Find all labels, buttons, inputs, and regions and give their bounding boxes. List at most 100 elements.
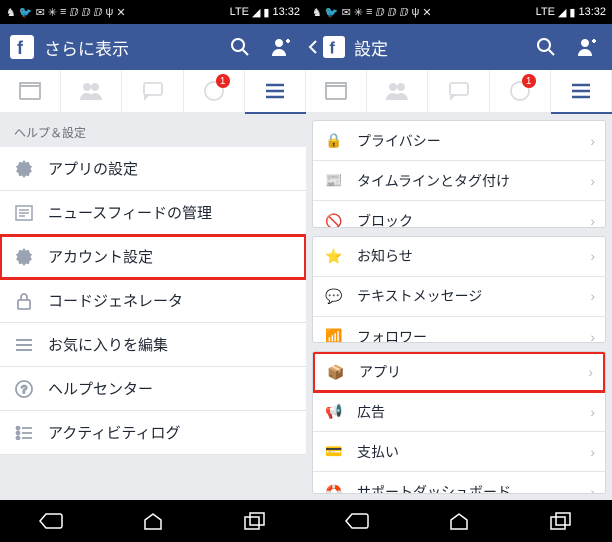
search-button[interactable] <box>220 24 260 70</box>
notification-badge: 1 <box>522 74 536 88</box>
add-friend-button[interactable] <box>566 24 606 70</box>
status-icons-left: ♞🐦✉✳≡ⅅⅅⅅψ✕ <box>6 6 126 19</box>
battery-icon: ▮ <box>263 6 269 19</box>
clock: 13:32 <box>578 6 606 18</box>
menu-list: アプリの設定 ニュースフィードの管理 アカウント設定 コードジェネレータ お気に… <box>0 147 306 455</box>
settings-item-label: プライバシー <box>357 131 441 151</box>
android-nav-bar <box>306 500 612 542</box>
tab-menu[interactable] <box>551 70 612 112</box>
lte-label: LTE <box>536 6 555 18</box>
settings-item-payment[interactable]: 💳 支払い › <box>313 432 605 472</box>
content: 🔒プライバシー› 📰タイムラインとタグ付け› 🚫ブロック› ⭐お知らせ› 💬テキ… <box>306 114 612 500</box>
tab-notifications[interactable]: 1 <box>184 70 245 112</box>
menu-item-account-settings[interactable]: アカウント設定 <box>0 235 306 279</box>
status-right: LTE ◢ ▮ 13:32 <box>536 6 606 19</box>
app-header: f 設定 <box>306 24 612 70</box>
status-bar: ♞🐦✉✳≡ⅅⅅⅅψ✕ LTE ◢ ▮ 13:32 <box>306 0 612 24</box>
menu-item-app-settings[interactable]: アプリの設定 <box>0 147 306 191</box>
tab-feed[interactable] <box>306 70 367 112</box>
menu-item-label: ニュースフィードの管理 <box>48 202 212 223</box>
help-icon: ? <box>14 379 34 399</box>
nav-home-button[interactable] <box>434 506 484 536</box>
tab-underline <box>551 112 612 114</box>
menu-item-label: コードジェネレータ <box>48 290 183 311</box>
add-friend-button[interactable] <box>260 24 300 70</box>
gear-icon <box>14 159 34 179</box>
settings-item-label: サポートダッシュボード <box>357 482 511 494</box>
settings-item-followers[interactable]: 📶フォロワー› <box>313 317 605 344</box>
menu-item-code-generator[interactable]: コードジェネレータ <box>0 279 306 323</box>
chevron-right-icon: › <box>590 444 595 460</box>
timeline-icon: 📰 <box>323 170 345 192</box>
message-icon: 💬 <box>323 285 345 307</box>
settings-item-label: 支払い <box>357 442 399 462</box>
menu-item-label: アカウント設定 <box>48 246 153 267</box>
tab-bar: 1 <box>306 70 612 114</box>
tab-friends[interactable] <box>367 70 428 112</box>
feed-icon <box>14 203 34 223</box>
star-icon: ⭐ <box>323 245 345 267</box>
settings-item-label: お知らせ <box>357 246 413 266</box>
tab-underline <box>245 112 306 114</box>
nav-back-button[interactable] <box>26 506 76 536</box>
settings-group-3: 📦アプリ› 📢広告› 💳 支払い › 🛟サポートダッシュボード› <box>312 351 606 494</box>
chevron-right-icon: › <box>590 248 595 264</box>
lock-icon <box>14 291 34 311</box>
signal-icon: ◢ <box>558 6 566 19</box>
settings-item-label: アプリ <box>359 362 401 382</box>
menu-item-label: ヘルプセンター <box>48 378 153 399</box>
tab-messages[interactable] <box>122 70 183 112</box>
gear-icon <box>14 247 34 267</box>
tab-messages[interactable] <box>428 70 489 112</box>
svg-text:f: f <box>17 38 24 58</box>
chevron-right-icon: › <box>590 133 595 149</box>
status-right: LTE ◢ ▮ 13:32 <box>230 6 300 19</box>
facebook-logo-icon[interactable]: f <box>320 29 348 65</box>
facebook-logo-icon[interactable]: f <box>4 29 40 65</box>
chevron-right-icon: › <box>590 329 595 344</box>
menu-item-label: アプリの設定 <box>48 158 138 179</box>
tab-friends[interactable] <box>61 70 122 112</box>
settings-item-privacy[interactable]: 🔒プライバシー› <box>313 121 605 161</box>
page-title: 設定 <box>354 35 526 60</box>
menu-item-label: アクティビティログ <box>48 422 180 443</box>
tab-menu[interactable] <box>245 70 306 112</box>
settings-item-support[interactable]: 🛟サポートダッシュボード› <box>313 472 605 494</box>
list-icon <box>14 335 34 355</box>
tab-notifications[interactable]: 1 <box>490 70 551 112</box>
settings-item-notifications[interactable]: ⭐ お知らせ › <box>313 237 605 277</box>
settings-group-1: 🔒プライバシー› 📰タイムラインとタグ付け› 🚫ブロック› <box>312 120 606 228</box>
settings-item-block[interactable]: 🚫ブロック› <box>313 201 605 228</box>
nav-recent-button[interactable] <box>536 506 586 536</box>
settings-item-apps[interactable]: 📦アプリ› <box>313 352 605 392</box>
lte-label: LTE <box>230 6 249 18</box>
tab-feed[interactable] <box>0 70 61 112</box>
status-icons-left: ♞🐦✉✳≡ⅅⅅⅅψ✕ <box>312 6 432 19</box>
notification-badge: 1 <box>216 74 230 88</box>
content: ヘルプ＆設定 アプリの設定 ニュースフィードの管理 アカウント設定 コードジェネ… <box>0 114 306 500</box>
svg-text:?: ? <box>21 384 27 396</box>
chevron-right-icon: › <box>590 404 595 420</box>
settings-group-2: ⭐ お知らせ › 💬 テキストメッセージ › 📶フォロワー› <box>312 236 606 344</box>
menu-item-edit-favorites[interactable]: お気に入りを編集 <box>0 323 306 367</box>
nav-recent-button[interactable] <box>230 506 280 536</box>
menu-item-newsfeed[interactable]: ニュースフィードの管理 <box>0 191 306 235</box>
settings-item-ads[interactable]: 📢広告› <box>313 392 605 432</box>
clock: 13:32 <box>272 6 300 18</box>
rss-icon: 📶 <box>323 326 345 344</box>
block-icon: 🚫 <box>323 210 345 228</box>
signal-icon: ◢ <box>252 6 260 19</box>
settings-item-label: テキストメッセージ <box>357 286 482 306</box>
menu-item-activity-log[interactable]: アクティビティログ <box>0 411 306 455</box>
chevron-right-icon: › <box>590 213 595 228</box>
tab-bar: 1 <box>0 70 306 114</box>
nav-home-button[interactable] <box>128 506 178 536</box>
search-button[interactable] <box>526 24 566 70</box>
menu-item-help-center[interactable]: ? ヘルプセンター <box>0 367 306 411</box>
back-button[interactable] <box>306 24 320 70</box>
nav-back-button[interactable] <box>332 506 382 536</box>
settings-item-text-message[interactable]: 💬テキストメッセージ› <box>313 277 605 317</box>
card-icon: 💳 <box>323 441 345 463</box>
ads-icon: 📢 <box>323 401 345 423</box>
settings-item-timeline[interactable]: 📰タイムラインとタグ付け› <box>313 161 605 201</box>
